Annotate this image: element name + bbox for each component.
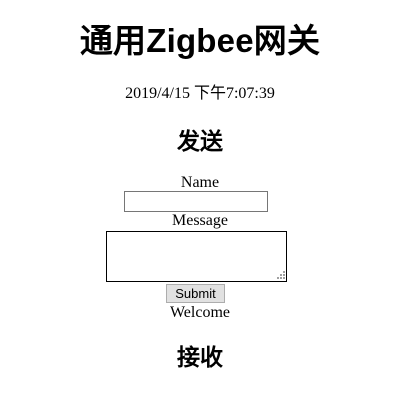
message-label: Message [172, 212, 228, 229]
message-textarea[interactable] [106, 231, 287, 282]
submit-button[interactable]: Submit [166, 284, 225, 303]
send-heading: 发送 [177, 128, 223, 154]
name-input[interactable] [124, 191, 268, 212]
name-label: Name [180, 174, 220, 191]
receive-heading: 接收 [177, 344, 223, 370]
welcome-text: Welcome [169, 304, 230, 321]
page: 通用Zigbee网关 2019/4/15 下午7:07:39 发送 Name M… [0, 0, 400, 400]
resize-grip-icon[interactable] [276, 270, 286, 280]
page-title: 通用Zigbee网关 [79, 22, 321, 59]
current-datetime: 2019/4/15 下午7:07:39 [125, 85, 275, 102]
